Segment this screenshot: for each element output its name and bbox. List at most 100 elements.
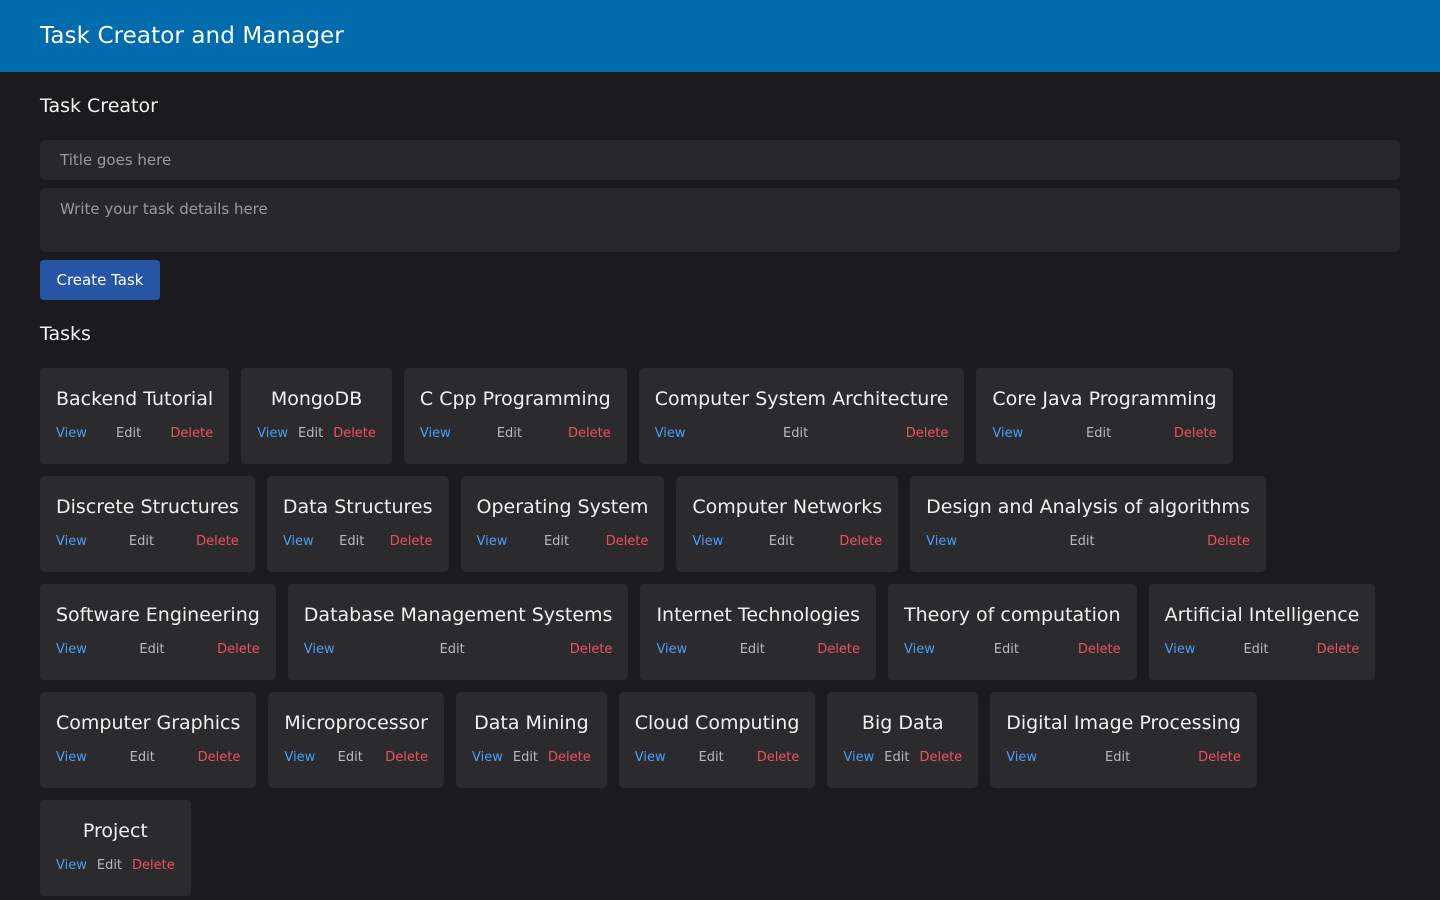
delete-button[interactable]: Delete	[757, 750, 800, 765]
edit-button[interactable]: Edit	[783, 426, 808, 441]
edit-button[interactable]: Edit	[129, 534, 154, 549]
edit-button[interactable]: Edit	[339, 534, 364, 549]
task-title: Theory of computation	[904, 604, 1121, 626]
edit-button[interactable]: Edit	[338, 750, 363, 765]
task-actions: View Edit Delete	[56, 750, 240, 765]
delete-button[interactable]: Delete	[1207, 534, 1250, 549]
view-button[interactable]: View	[656, 642, 687, 657]
edit-button[interactable]: Edit	[130, 750, 155, 765]
edit-button[interactable]: Edit	[139, 642, 164, 657]
edit-button[interactable]: Edit	[1105, 750, 1130, 765]
delete-button[interactable]: Delete	[1317, 642, 1360, 657]
task-card: Project View Edit Delete	[40, 800, 191, 896]
app-header: Task Creator and Manager	[0, 0, 1440, 72]
view-button[interactable]: View	[56, 858, 87, 873]
delete-button[interactable]: Delete	[198, 750, 241, 765]
delete-button[interactable]: Delete	[1078, 642, 1121, 657]
view-button[interactable]: View	[843, 750, 874, 765]
task-details-input[interactable]	[40, 188, 1400, 252]
task-card: Computer Graphics View Edit Delete	[40, 692, 257, 788]
task-card: MongoDB View Edit Delete	[241, 368, 392, 464]
delete-button[interactable]: Delete	[333, 426, 376, 441]
create-task-button[interactable]: Create Task	[40, 260, 160, 300]
edit-button[interactable]: Edit	[1069, 534, 1094, 549]
edit-button[interactable]: Edit	[1086, 426, 1111, 441]
view-button[interactable]: View	[477, 534, 508, 549]
task-title: Microprocessor	[284, 712, 428, 734]
view-button[interactable]: View	[257, 426, 288, 441]
edit-button[interactable]: Edit	[740, 642, 765, 657]
task-card: Digital Image Processing View Edit Delete	[990, 692, 1257, 788]
delete-button[interactable]: Delete	[919, 750, 962, 765]
view-button[interactable]: View	[655, 426, 686, 441]
view-button[interactable]: View	[926, 534, 957, 549]
task-actions: View Edit Delete	[472, 750, 591, 765]
app-title: Task Creator and Manager	[40, 23, 344, 49]
task-card: Cloud Computing View Edit Delete	[618, 692, 816, 788]
delete-button[interactable]: Delete	[1174, 426, 1217, 441]
view-button[interactable]: View	[56, 426, 87, 441]
edit-button[interactable]: Edit	[769, 534, 794, 549]
task-card: Internet Technologies View Edit Delete	[640, 584, 876, 680]
delete-button[interactable]: Delete	[570, 642, 613, 657]
delete-button[interactable]: Delete	[548, 750, 591, 765]
edit-button[interactable]: Edit	[497, 426, 522, 441]
view-button[interactable]: View	[420, 426, 451, 441]
task-list: Backend Tutorial View Edit Delete MongoDB Vie…	[40, 368, 1400, 896]
view-button[interactable]: View	[1165, 642, 1196, 657]
view-button[interactable]: View	[904, 642, 935, 657]
edit-button[interactable]: Edit	[298, 426, 323, 441]
view-button[interactable]: View	[992, 426, 1023, 441]
view-button[interactable]: View	[635, 750, 666, 765]
view-button[interactable]: View	[283, 534, 314, 549]
task-actions: View Edit Delete	[635, 750, 800, 765]
task-title-input[interactable]	[40, 140, 1400, 180]
view-button[interactable]: View	[56, 534, 87, 549]
edit-button[interactable]: Edit	[116, 426, 141, 441]
delete-button[interactable]: Delete	[817, 642, 860, 657]
view-button[interactable]: View	[304, 642, 335, 657]
view-button[interactable]: View	[56, 642, 87, 657]
task-actions: View Edit Delete	[257, 426, 376, 441]
edit-button[interactable]: Edit	[1243, 642, 1268, 657]
delete-button[interactable]: Delete	[132, 858, 175, 873]
delete-button[interactable]: Delete	[390, 534, 433, 549]
edit-button[interactable]: Edit	[513, 750, 538, 765]
view-button[interactable]: View	[1006, 750, 1037, 765]
view-button[interactable]: View	[692, 534, 723, 549]
delete-button[interactable]: Delete	[568, 426, 611, 441]
delete-button[interactable]: Delete	[170, 426, 213, 441]
view-button[interactable]: View	[472, 750, 503, 765]
task-actions: View Edit Delete	[992, 426, 1216, 441]
delete-button[interactable]: Delete	[839, 534, 882, 549]
edit-button[interactable]: Edit	[544, 534, 569, 549]
delete-button[interactable]: Delete	[606, 534, 649, 549]
task-actions: View Edit Delete	[56, 642, 260, 657]
delete-button[interactable]: Delete	[906, 426, 949, 441]
task-title: Data Mining	[474, 712, 589, 734]
delete-button[interactable]: Delete	[385, 750, 428, 765]
task-title: Cloud Computing	[634, 712, 800, 734]
delete-button[interactable]: Delete	[1198, 750, 1241, 765]
view-button[interactable]: View	[284, 750, 315, 765]
task-actions: View Edit Delete	[843, 750, 962, 765]
delete-button[interactable]: Delete	[217, 642, 260, 657]
task-actions: View Edit Delete	[304, 642, 613, 657]
task-creator-heading: Task Creator	[40, 95, 158, 117]
task-card: Microprocessor View Edit Delete	[268, 692, 444, 788]
view-button[interactable]: View	[56, 750, 87, 765]
task-title: Artificial Intelligence	[1164, 604, 1360, 626]
task-actions: View Edit Delete	[1006, 750, 1241, 765]
task-card: Operating System View Edit Delete	[460, 476, 665, 572]
edit-button[interactable]: Edit	[699, 750, 724, 765]
edit-button[interactable]: Edit	[97, 858, 122, 873]
task-actions: View Edit Delete	[420, 426, 611, 441]
edit-button[interactable]: Edit	[440, 642, 465, 657]
task-card: Theory of computation View Edit Delete	[888, 584, 1137, 680]
task-title: Digital Image Processing	[1006, 712, 1241, 734]
task-card: Computer System Architecture View Edit Dele…	[638, 368, 965, 464]
edit-button[interactable]: Edit	[994, 642, 1019, 657]
delete-button[interactable]: Delete	[196, 534, 239, 549]
edit-button[interactable]: Edit	[884, 750, 909, 765]
task-title: Database Management Systems	[303, 604, 613, 626]
